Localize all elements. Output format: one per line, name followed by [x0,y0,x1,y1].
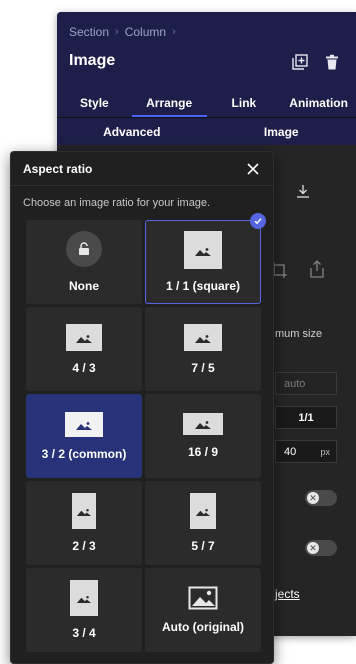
close-icon[interactable] [245,161,261,177]
ratio-option-16-9[interactable]: 16 / 9 [145,394,261,478]
size-number-value: 40 [284,445,297,458]
image-outline-icon [188,586,218,610]
image-placeholder-icon [65,411,103,437]
ratio-option-label: Auto (original) [162,620,244,634]
tab-arrange[interactable]: Arrange [131,95,207,117]
download-icon[interactable] [295,183,311,199]
app-root: Section › Column › Image Style Arrange L… [0,0,356,664]
ratio-option-auto[interactable]: Auto (original) [145,568,261,652]
subtab-advanced[interactable]: Advanced [57,125,207,139]
panel-header: Section › Column › Image [57,12,356,90]
aspect-ratio-popup: Aspect ratio Choose an image ratio for y… [10,151,274,664]
ratio-option-label: 2 / 3 [72,539,96,553]
ratio-option-1-1[interactable]: 1 / 1 (square) [145,213,266,304]
tab-animation[interactable]: Animation [281,95,356,117]
ratio-option-2-3[interactable]: 2 / 3 [26,481,142,565]
ratio-option-label: 7 / 5 [191,360,215,375]
objects-link[interactable]: jects [275,587,300,601]
panel-tabs: Style Arrange Link Animation [57,90,356,117]
toggle-switch-1[interactable]: ✕ [305,490,337,506]
breadcrumb-section[interactable]: Section [69,25,109,39]
auto-size-input[interactable]: auto [275,372,337,395]
popup-description: Choose an image ratio for your image. [23,197,211,209]
ratio-option-label: 3 / 4 [72,626,96,640]
ratio-option-7-5[interactable]: 7 / 5 [145,307,261,391]
unlock-icon [66,231,102,267]
ratio-option-4-3[interactable]: 4 / 3 [26,307,142,391]
image-placeholder-icon [66,323,102,351]
ratio-option-3-4[interactable]: 3 / 4 [26,568,142,652]
duplicate-icon[interactable] [292,54,308,70]
export-icon[interactable] [307,259,327,279]
image-placeholder-icon [190,493,216,529]
ratio-option-none[interactable]: None [26,220,142,304]
header-actions [292,54,340,70]
popup-title: Aspect ratio [23,161,93,176]
breadcrumb-separator: › [172,26,176,38]
size-unit: px [320,446,330,457]
minimum-size-label: mum size [275,328,323,340]
toggle-switch-2[interactable]: ✕ [305,540,337,556]
breadcrumb-column[interactable]: Column [125,25,166,39]
ratio-input[interactable]: 1/1 [275,406,337,429]
breadcrumb-separator: › [115,26,119,38]
image-placeholder-icon [184,231,222,269]
x-icon: ✕ [309,543,317,553]
x-icon: ✕ [309,493,317,503]
popup-header: Aspect ratio [11,152,273,186]
tab-style[interactable]: Style [57,95,132,117]
ratio-option-label: 4 / 3 [72,360,96,375]
trash-icon[interactable] [324,54,340,70]
ratio-option-3-2[interactable]: 3 / 2 (common) [26,394,142,478]
ratio-grid: None 1 / 1 (square) 4 / 3 7 / 5 3 / 2 (c… [11,213,273,652]
tab-link[interactable]: Link [207,95,282,117]
ratio-option-label: 3 / 2 (common) [41,446,127,461]
image-placeholder-icon [70,580,98,616]
ratio-option-label: 1 / 1 (square) [165,279,241,293]
image-placeholder-icon [72,493,96,529]
ratio-option-label: 16 / 9 [187,445,219,459]
image-placeholder-icon [183,413,223,435]
size-number-input[interactable]: 40 px [275,440,337,463]
ratio-option-label: None [69,279,99,293]
image-placeholder-icon [184,323,222,351]
ratio-option-5-7[interactable]: 5 / 7 [145,481,261,565]
breadcrumb: Section › Column › [69,25,344,39]
subtab-image[interactable]: Image [207,125,356,139]
check-icon [250,213,266,229]
ratio-option-label: 5 / 7 [191,539,215,553]
panel-subtabs: Advanced Image [57,117,356,145]
